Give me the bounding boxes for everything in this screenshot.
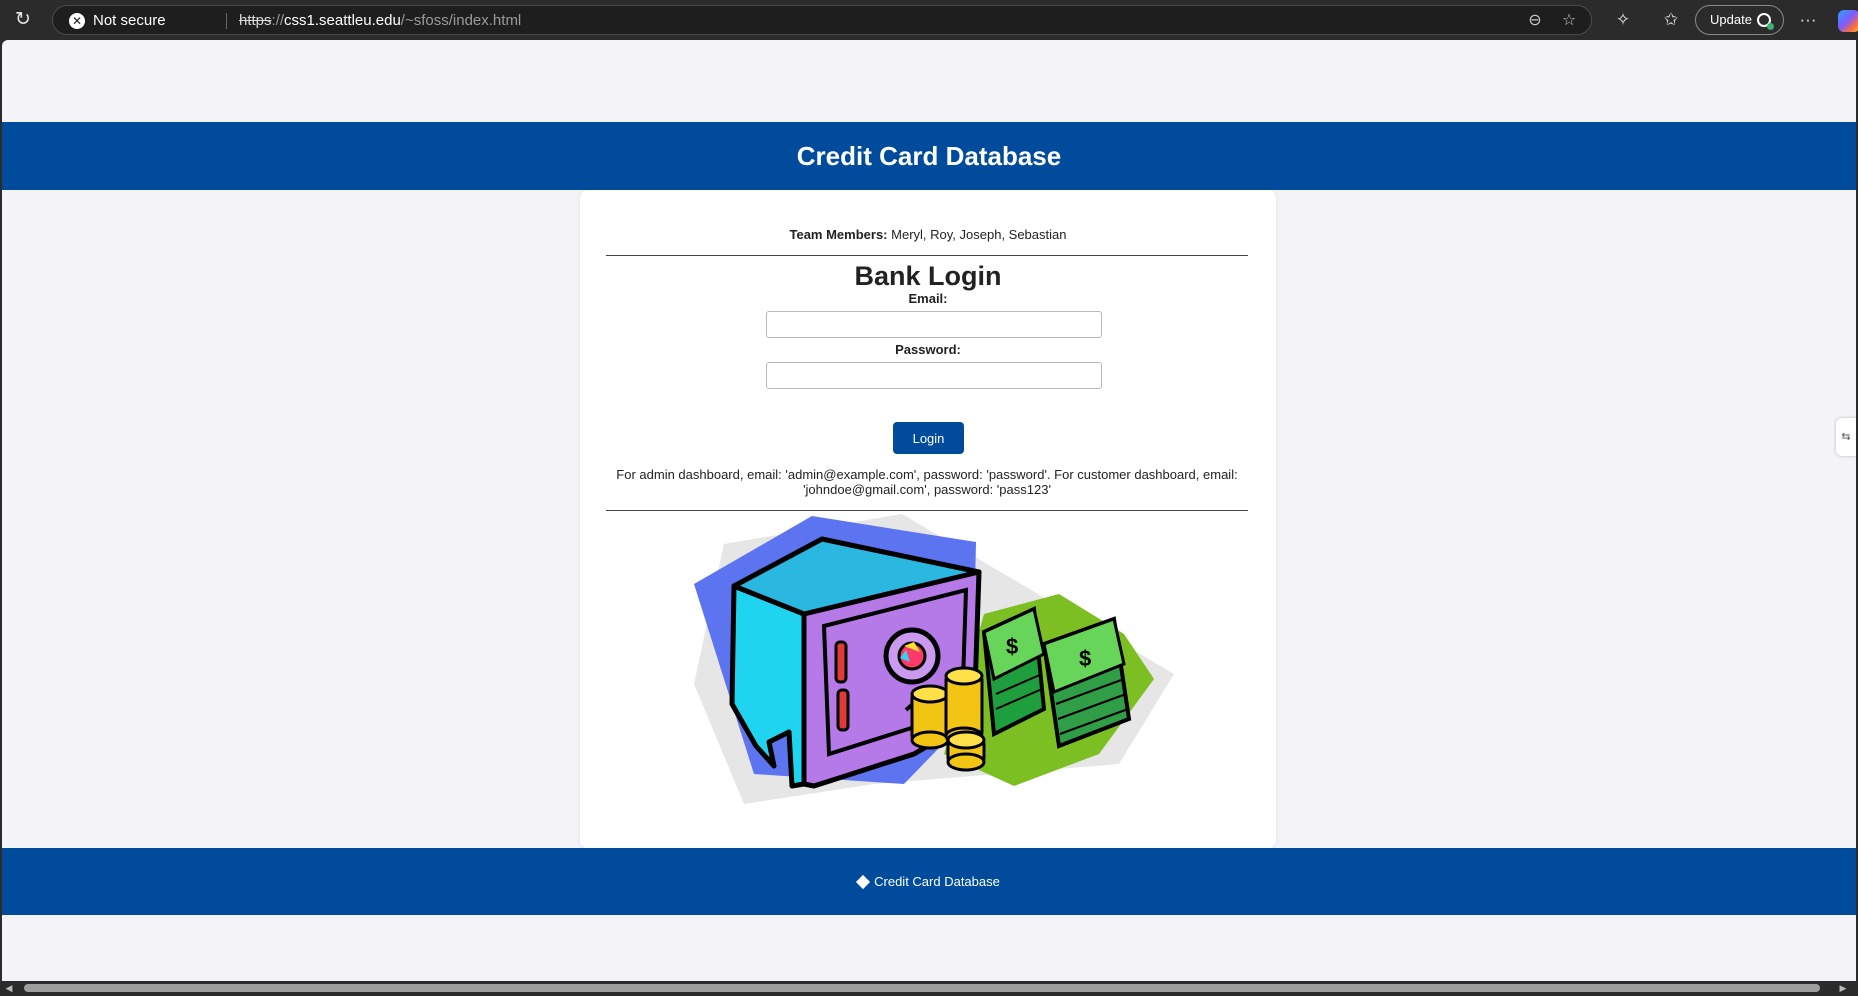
login-card: Team Members: Meryl, Roy, Joseph, Sebast… [580,190,1276,848]
update-heart-icon [1757,13,1774,30]
update-button[interactable]: Update [1695,5,1784,35]
email-label: Email: [908,291,948,306]
sidebar-toggle-icon[interactable]: ⇆ [1836,418,1856,456]
reload-icon[interactable]: ↻ [12,9,34,31]
bank-safe-illustration: $ $ [694,514,1174,804]
password-label: Password: [895,342,961,357]
url-host: css1.seattleu.edu [284,12,401,29]
favorite-star-icon[interactable]: ☆ [1559,11,1579,31]
page-viewport: Credit Card Database Team Members: Meryl… [2,40,1856,981]
not-secure-icon[interactable]: ✕ [69,13,85,29]
address-separator [226,13,227,29]
update-label: Update [1710,12,1752,27]
divider-top [606,255,1248,256]
address-bar[interactable]: ✕ Not secure https://css1.seattleu.edu/~… [52,5,1592,35]
divider-bottom [606,510,1248,511]
credentials-hint: For admin dashboard, email: 'admin@examp… [616,467,1238,497]
security-label[interactable]: Not secure [93,12,166,29]
site-header: Credit Card Database [2,122,1856,190]
url-text[interactable]: https://css1.seattleu.edu/~sfoss/index.h… [239,12,521,29]
team-names: Meryl, Roy, Joseph, Sebastian [891,227,1067,242]
site-footer: Credit Card Database [2,848,1856,915]
favorites-icon[interactable]: ✩ [1659,9,1683,31]
scroll-left-icon[interactable]: ◀ [4,983,14,994]
browser-toolbar: ↻ ✕ Not secure https://css1.seattleu.edu… [0,0,1858,40]
email-field[interactable] [766,311,1102,338]
svg-text:$: $ [1006,634,1018,659]
login-heading: Bank Login [854,261,1002,291]
copilot-icon[interactable] [1838,10,1858,32]
svg-text:$: $ [1079,646,1091,671]
footer-label: Credit Card Database [2,848,1856,915]
horizontal-scrollbar[interactable]: ◀ ▶ [0,981,1858,996]
copyright-icon [856,874,871,890]
scrollbar-thumb[interactable] [24,984,1820,992]
more-menu-icon[interactable]: ··· [1796,9,1820,31]
scroll-right-icon[interactable]: ▶ [1838,983,1848,994]
password-field[interactable] [766,362,1102,389]
login-button[interactable]: Login [893,422,964,454]
team-members: Team Members: Meryl, Roy, Joseph, Sebast… [580,227,1276,242]
footer-text: Credit Card Database [874,874,1000,889]
url-scheme: https [239,12,272,29]
url-path: /~sfoss/index.html [400,12,522,29]
team-label: Team Members: [789,227,888,242]
page-title: Credit Card Database [796,141,1062,171]
zoom-out-icon[interactable]: ⊖ [1525,11,1545,31]
extensions-icon[interactable]: ✧ [1611,9,1635,31]
